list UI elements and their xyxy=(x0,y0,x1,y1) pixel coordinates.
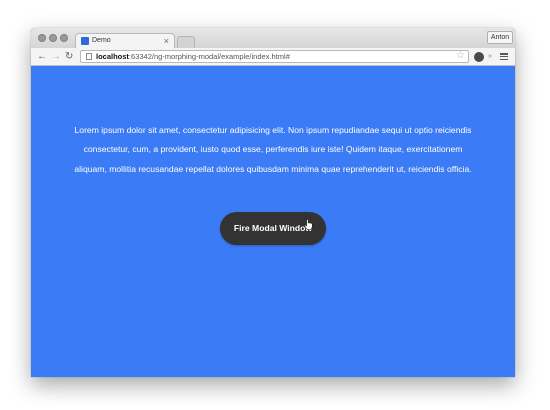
new-tab-button[interactable] xyxy=(177,36,195,48)
profile-button[interactable]: Anton xyxy=(487,31,513,44)
maximize-window-button[interactable] xyxy=(60,34,68,42)
tab-title: Demo xyxy=(92,37,111,44)
tab-close-icon[interactable]: × xyxy=(164,35,169,47)
url-path: :63342/ng-morphing-modal/example/index.h… xyxy=(128,52,290,61)
favicon-icon xyxy=(81,37,89,45)
browser-window: Demo × Anton ← → ↻ localhost:63342/ng-mo… xyxy=(31,28,515,377)
chevron-right-icon[interactable]: » xyxy=(488,51,492,62)
arrow-right-icon[interactable]: → xyxy=(51,50,61,63)
address-bar[interactable]: localhost:63342/ng-morphing-modal/exampl… xyxy=(80,50,469,63)
tab-demo[interactable]: Demo × xyxy=(75,33,175,49)
hand-cursor-icon xyxy=(304,219,313,230)
url-host: localhost xyxy=(96,52,129,61)
page-icon xyxy=(86,53,92,60)
title-bar: Demo × Anton xyxy=(31,28,515,49)
arrow-left-icon[interactable]: ← xyxy=(37,50,47,63)
close-window-button[interactable] xyxy=(38,34,46,42)
minimize-window-button[interactable] xyxy=(49,34,57,42)
page-content: Lorem ipsum dolor sit amet, consectetur … xyxy=(31,66,515,377)
extension-icon[interactable] xyxy=(474,52,484,62)
browser-toolbar: ← → ↻ localhost:63342/ng-morphing-modal/… xyxy=(31,48,515,66)
lorem-paragraph: Lorem ipsum dolor sit amet, consectetur … xyxy=(74,125,472,174)
star-icon[interactable]: ☆ xyxy=(456,50,465,62)
hamburger-menu-icon[interactable] xyxy=(500,53,508,61)
url-text: localhost:63342/ng-morphing-modal/exampl… xyxy=(96,51,290,62)
reload-icon[interactable]: ↻ xyxy=(65,50,73,63)
